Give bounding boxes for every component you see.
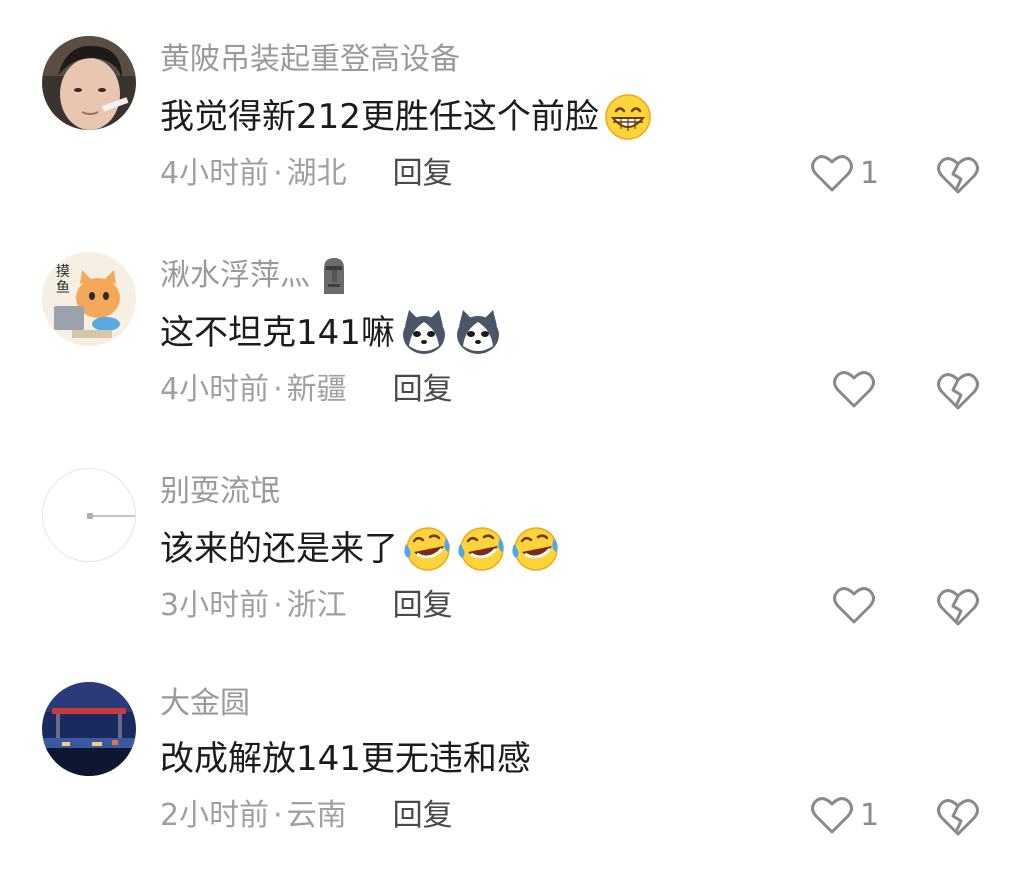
reply-button[interactable]: 回复 [393, 586, 453, 626]
comment-username[interactable]: 大金圆 [160, 684, 250, 724]
tears-of-joy-emoji [512, 527, 558, 571]
comment-text: 我觉得新212更胜任这个前脸 [160, 97, 599, 137]
comment-username[interactable]: 别耍流氓 [160, 472, 280, 512]
broken-heart-icon [937, 589, 979, 626]
husky-dog-emoji [402, 310, 445, 354]
like-button[interactable]: 1 [810, 794, 879, 838]
dislike-button[interactable] [936, 794, 980, 838]
like-count: 1 [860, 798, 880, 833]
avatar[interactable]: 摸 鱼 [42, 252, 136, 346]
comment-text: 这不坦克141嘛 [160, 313, 395, 353]
tears-of-joy-emoji [458, 527, 504, 571]
comment-item: 别耍流氓 该来的还是来了 3小时前 · 浙江 回复 [0, 432, 1024, 648]
comment-item: 黄陂吊装起重登高设备 我觉得新212更胜任这个前脸 4小时前 · 湖北 回复 1 [0, 0, 1024, 216]
dislike-button[interactable] [936, 584, 980, 628]
husky-dog-emoji [456, 310, 499, 354]
meta-separator: · [273, 372, 283, 407]
like-button[interactable] [832, 368, 882, 412]
comment-meta: 3小时前 · 浙江 回复 [160, 586, 453, 626]
comment-text-row: 改成解放141更无违和感 [160, 736, 531, 782]
comment-item: 摸 鱼 湫水浮萍灬 这不坦克141嘛 4小时前 · 新疆 回复 [0, 216, 1024, 432]
reply-button[interactable]: 回复 [393, 796, 453, 836]
comment-meta: 2小时前 · 云南 回复 [160, 796, 453, 836]
broken-heart-icon [937, 799, 979, 836]
avatar[interactable] [42, 468, 136, 562]
comment-text: 改成解放141更无违和感 [160, 739, 531, 779]
heart-icon [833, 371, 875, 408]
grinning-face-emoji [605, 94, 651, 140]
meta-separator: · [273, 588, 283, 623]
comment-username[interactable]: 黄陂吊装起重登高设备 [160, 40, 460, 80]
like-button[interactable] [832, 584, 882, 628]
meta-separator: · [273, 156, 283, 191]
moai-emoji [324, 258, 344, 294]
comment-location: 新疆 [286, 372, 347, 407]
broken-heart-icon [937, 157, 979, 194]
comment-time: 2小时前 [160, 798, 270, 833]
heart-icon [833, 587, 875, 624]
comment-time: 3小时前 [160, 588, 270, 623]
heart-icon [811, 155, 853, 192]
comment-username-text: 湫水浮萍灬 [160, 258, 310, 293]
meta-separator: · [273, 798, 283, 833]
broken-heart-icon [937, 373, 979, 410]
like-button[interactable]: 1 [810, 152, 879, 196]
reply-button[interactable]: 回复 [393, 154, 453, 194]
comment-meta: 4小时前 · 新疆 回复 [160, 370, 453, 410]
avatar[interactable] [42, 682, 136, 776]
comment-text-row: 这不坦克141嘛 [160, 308, 503, 358]
comment-text-row: 该来的还是来了 [160, 524, 560, 574]
comment-location: 云南 [286, 798, 347, 833]
avatar[interactable] [42, 36, 136, 130]
comment-location: 浙江 [286, 588, 347, 623]
comment-text-row: 我觉得新212更胜任这个前脸 [160, 92, 653, 142]
svg-text:摸: 摸 [56, 264, 70, 280]
dislike-button[interactable] [936, 368, 980, 412]
comment-time: 4小时前 [160, 156, 270, 191]
dislike-button[interactable] [936, 152, 980, 196]
comment-text: 该来的还是来了 [160, 529, 398, 569]
svg-text:鱼: 鱼 [56, 279, 70, 296]
comment-time: 4小时前 [160, 372, 270, 407]
comment-username[interactable]: 湫水浮萍灬 [160, 256, 352, 296]
heart-icon [811, 797, 853, 834]
tears-of-joy-emoji [404, 527, 450, 571]
comment-meta: 4小时前 · 湖北 回复 [160, 154, 453, 194]
comment-location: 湖北 [286, 156, 347, 191]
like-count: 1 [860, 156, 880, 191]
reply-button[interactable]: 回复 [393, 370, 453, 410]
comment-item: 大金圆 改成解放141更无违和感 2小时前 · 云南 回复 1 [0, 648, 1024, 864]
